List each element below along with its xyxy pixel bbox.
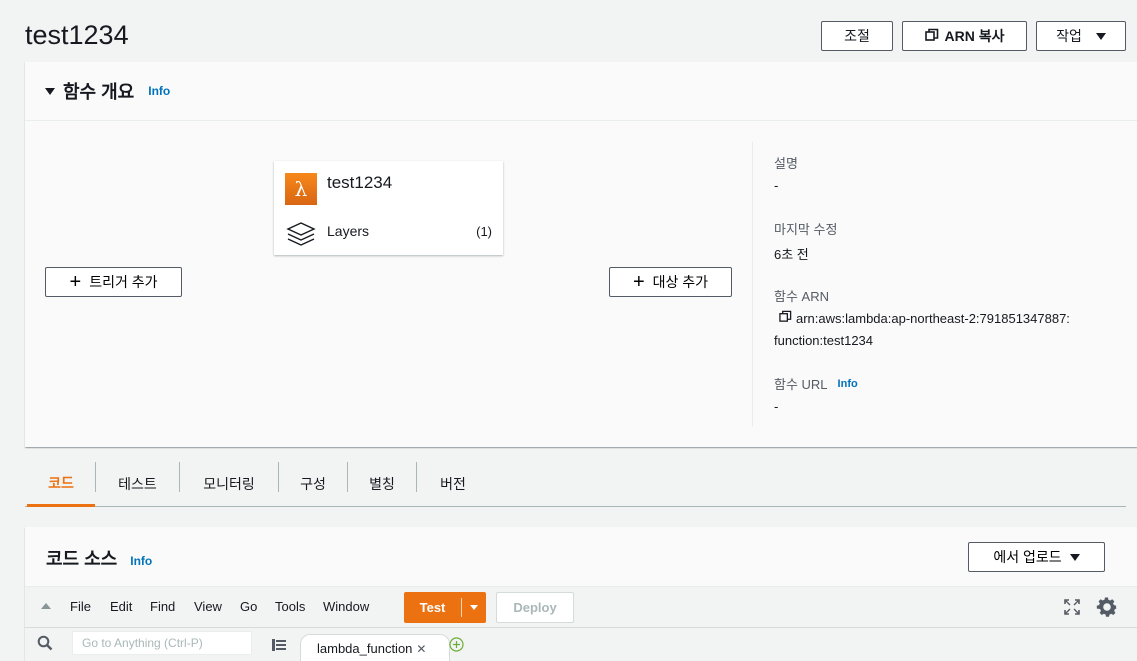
tab-aliases[interactable]: 별칭 — [348, 461, 416, 506]
menu-file[interactable]: File — [70, 599, 91, 614]
function-card[interactable]: λ test1234 Layers (1) — [274, 161, 503, 255]
layers-label[interactable]: Layers — [327, 223, 369, 239]
description-label: 설명 — [774, 156, 798, 171]
split-separator — [461, 598, 462, 617]
plus-icon: + — [69, 271, 82, 293]
tab-configuration[interactable]: 구성 — [279, 461, 347, 506]
function-url-info-link[interactable]: Info — [838, 378, 858, 390]
tab-test[interactable]: 테스트 — [96, 461, 179, 506]
upload-from-label: 에서 업로드 — [993, 549, 1062, 565]
code-source-info-link[interactable]: Info — [130, 554, 152, 568]
add-destination-label: 대상 추가 — [652, 274, 709, 290]
code-source-heading: 코드 소스 — [46, 549, 118, 569]
copy-arn-label: ARN 복사 — [944, 28, 1005, 44]
caret-down-icon — [1069, 553, 1080, 561]
details-divider — [752, 142, 753, 427]
ide-editor-bar: Go to Anything (Ctrl-P) lambda_function … — [25, 627, 1137, 661]
test-dropdown-toggle[interactable] — [462, 605, 486, 610]
copy-icon — [924, 28, 939, 45]
menu-find[interactable]: Find — [150, 599, 175, 614]
add-trigger-button[interactable]: + 트리거 추가 — [45, 267, 182, 297]
overview-heading: 함수 개요 — [63, 82, 135, 102]
copy-arn-icon[interactable] — [779, 310, 792, 326]
layers-icon — [286, 221, 316, 254]
function-overview-panel: 함수 개요 Info λ test1234 Layers (1) + 트리거 추… — [25, 62, 1137, 447]
file-tab-label: lambda_function — [317, 641, 413, 656]
page-title: test1234 — [25, 20, 129, 50]
code-source-panel: 코드 소스 Info 에서 업로드 File Edit Find View Go… — [25, 527, 1137, 661]
upload-from-button[interactable]: 에서 업로드 — [968, 542, 1105, 572]
ide-menu-bar: File Edit Find View Go Tools Window Test… — [25, 586, 1137, 627]
function-url-label: 함수 URL — [774, 377, 828, 392]
last-modified-value: 6초 전 — [774, 247, 809, 262]
caret-down-icon — [1095, 32, 1106, 40]
fullscreen-icon[interactable] — [1063, 598, 1081, 621]
actions-menu-label: 작업 — [1056, 28, 1082, 44]
function-arn-value: arn:aws:lambda:ap-northeast-2:7918513478… — [774, 310, 1070, 326]
add-destination-button[interactable]: + 대상 추가 — [609, 267, 732, 297]
menu-window[interactable]: Window — [323, 599, 369, 614]
gear-icon[interactable] — [1094, 594, 1120, 625]
throttle-button[interactable]: 조절 — [821, 21, 893, 51]
lambda-icon: λ — [285, 173, 317, 205]
actions-menu-button[interactable]: 작업 — [1036, 21, 1126, 51]
menu-view[interactable]: View — [194, 599, 222, 614]
plus-icon: + — [632, 271, 645, 293]
description-value: - — [774, 178, 779, 193]
menu-tools[interactable]: Tools — [275, 599, 305, 614]
add-tab-icon[interactable] — [449, 637, 464, 657]
function-tabs: 코드 테스트 모니터링 구성 별칭 버전 — [25, 461, 1126, 507]
collapse-triangle-icon[interactable] — [41, 603, 51, 609]
caret-down-icon — [470, 605, 478, 610]
code-source-heading-row: 코드 소스 Info — [46, 545, 152, 571]
test-button[interactable]: Test — [404, 592, 486, 623]
function-arn-label: 함수 ARN — [774, 289, 829, 304]
add-trigger-label: 트리거 추가 — [89, 274, 158, 290]
layers-count: (1) — [476, 224, 492, 239]
close-icon[interactable]: ✕ — [416, 642, 426, 656]
arn-line-1: arn:aws:lambda:ap-northeast-2:7918513478… — [796, 310, 1070, 326]
tab-versions[interactable]: 버전 — [417, 461, 489, 506]
editor-file-tab[interactable]: lambda_function ✕ — [300, 634, 450, 661]
tab-code[interactable]: 코드 — [27, 461, 95, 507]
arn-line-2: function:test1234 — [774, 333, 874, 348]
overview-info-link[interactable]: Info — [148, 84, 170, 98]
go-to-anything-input[interactable]: Go to Anything (Ctrl-P) — [72, 631, 252, 655]
collapse-caret-icon[interactable] — [45, 87, 55, 95]
deploy-button[interactable]: Deploy — [496, 592, 574, 623]
search-icon — [37, 635, 53, 656]
function-url-label-row: 함수 URL Info — [774, 374, 858, 393]
tab-monitoring[interactable]: 모니터링 — [180, 461, 278, 506]
overview-header[interactable]: 함수 개요 Info — [25, 62, 1137, 121]
menu-edit[interactable]: Edit — [110, 599, 132, 614]
function-url-value: - — [774, 399, 779, 414]
throttle-label: 조절 — [844, 28, 870, 44]
file-tree-icon[interactable] — [272, 638, 286, 656]
function-card-name: test1234 — [327, 173, 393, 192]
menu-go[interactable]: Go — [240, 599, 257, 614]
copy-arn-button[interactable]: ARN 복사 — [902, 21, 1027, 51]
test-button-label: Test — [419, 600, 446, 615]
last-modified-label: 마지막 수정 — [774, 222, 838, 237]
